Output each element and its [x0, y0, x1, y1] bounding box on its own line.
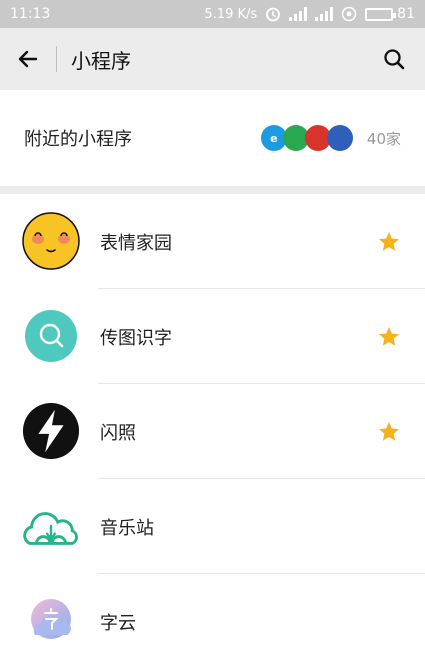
app-header: 小程序 — [0, 28, 425, 90]
star-icon[interactable] — [377, 420, 401, 444]
list-item-chuantu[interactable]: 传图识字 — [0, 289, 425, 384]
emoji-face-icon — [22, 212, 80, 270]
nearby-mini-programs-row[interactable]: 附近的小程序 e 40家 — [0, 90, 425, 186]
search-button[interactable] — [377, 42, 411, 76]
star-icon[interactable] — [377, 230, 401, 254]
search-icon — [384, 49, 405, 70]
alarm-icon — [266, 7, 281, 22]
status-indicators: 5.19 K/s 81 — [204, 6, 415, 22]
app-name: 表情家园 — [100, 232, 172, 254]
app-name: 音乐站 — [100, 517, 154, 539]
app-notification-icon — [341, 6, 357, 22]
back-button[interactable] — [0, 28, 56, 90]
ocr-search-icon — [22, 307, 80, 365]
status-time: 11:13 — [10, 6, 51, 22]
app-name: 传图识字 — [100, 327, 172, 349]
app-name: 字云 — [100, 612, 136, 634]
network-speed: 5.19 K/s — [204, 6, 258, 22]
nearby-app-blue-icon — [326, 125, 353, 151]
list-item-yinyue[interactable]: 音乐站 — [0, 479, 425, 574]
nearby-thumbnails: e — [260, 125, 353, 151]
lightning-bolt-icon — [22, 402, 80, 460]
list-item-shanzhao[interactable]: 闪照 — [0, 384, 425, 479]
section-separator — [0, 186, 425, 194]
battery-icon — [365, 7, 397, 21]
cellular-signal-icon — [289, 7, 308, 21]
page-title: 小程序 — [71, 48, 131, 73]
list-item-biaoqing[interactable]: 表情家园 — [0, 194, 425, 289]
word-cloud-icon — [22, 592, 80, 650]
battery-percent: 81 — [397, 6, 415, 22]
star-icon[interactable] — [377, 325, 401, 349]
battery-indicator: 81 — [365, 6, 415, 22]
nearby-count: 40家 — [366, 129, 401, 148]
header-divider — [56, 46, 57, 72]
mini-program-list: 表情家园 传图识字 闪照 音乐站 字云 — [0, 194, 425, 665]
cellular-4g-signal-icon — [315, 7, 334, 21]
list-item-ziyun[interactable]: 字云 — [0, 574, 425, 665]
app-name: 闪照 — [100, 422, 136, 444]
arrow-left-icon — [18, 50, 38, 68]
music-cloud-icon — [22, 497, 80, 555]
status-bar: 11:13 5.19 K/s 81 — [0, 0, 425, 28]
nearby-label: 附近的小程序 — [24, 129, 132, 150]
